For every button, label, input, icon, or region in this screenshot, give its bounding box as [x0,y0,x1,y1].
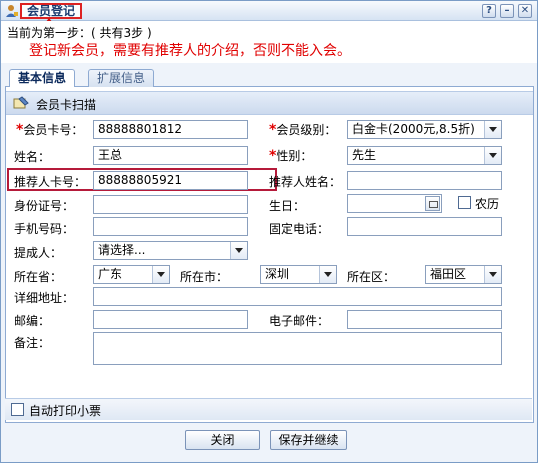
info-area: 当前为第一步：( 共有3步 ) 登记新会员，需要有推荐人的介绍，否则不能入会。 [1,21,537,63]
remark-label: 备注： [14,336,51,350]
card-scan-bar[interactable]: 会员卡扫描 [6,91,533,115]
basic-info-panel: 会员卡扫描 *会员卡号： 88888801812 *会员级别： 白金卡(2000… [5,87,534,423]
lunar-label: 农历 [475,197,500,211]
scan-card-icon [13,96,29,109]
help-button[interactable]: ? [482,4,496,18]
gender-label: *性别： [269,148,313,164]
city-select[interactable]: 深圳 [260,265,337,284]
birthday-input[interactable] [347,194,442,213]
phone-input[interactable] [347,217,502,236]
level-label: *会员级别： [269,122,337,138]
auto-print-checkbox[interactable] [11,403,24,416]
gender-select[interactable]: 先生 [347,146,502,165]
title-bar: 会员登记 ? – ✕ [1,1,537,32]
card-scan-label: 会员卡扫描 [36,98,97,112]
chevron-down-icon [152,266,169,283]
city-label: 所在市： [180,270,229,284]
mobile-input[interactable] [93,217,248,236]
close-button[interactable]: 关闭 [185,430,260,450]
address-input[interactable] [93,287,502,306]
card-no-input[interactable]: 88888801812 [93,120,248,139]
chevron-down-icon [484,121,501,138]
birthday-label: 生日： [269,199,306,213]
tab-basic-info[interactable]: 基本信息 [9,69,76,89]
minimize-button[interactable]: – [500,4,514,18]
level-select[interactable]: 白金卡(2000元,8.5折) [347,120,502,139]
referrer-name-label: 推荐人姓名： [269,175,342,189]
tab-extended-info[interactable]: 扩展信息 [88,69,155,88]
province-label: 所在省： [14,270,63,284]
chevron-down-icon [484,147,501,164]
tab-strip: 基本信息 扩展信息 [5,67,534,89]
lunar-checkbox[interactable] [458,196,471,209]
save-continue-button[interactable]: 保存并继续 [270,430,347,450]
zip-input[interactable] [93,310,248,329]
referrer-name-input[interactable] [347,171,502,190]
zip-label: 邮编： [14,314,51,328]
name-label: 姓名： [14,150,51,164]
calendar-icon[interactable] [425,196,440,211]
remark-textarea[interactable] [93,332,502,365]
chevron-down-icon [484,266,501,283]
referrer-card-label: 推荐人卡号： [14,175,87,189]
user-icon [6,5,18,17]
proposer-label: 提成人： [14,246,63,260]
phone-label: 固定电话： [269,222,330,236]
id-no-input[interactable] [93,195,248,214]
district-select[interactable]: 福田区 [425,265,502,284]
auto-print-bar: 自动打印小票 [5,398,532,420]
member-registration-window: 会员登记 ? – ✕ 当前为第一步：( 共有3步 ) 登记新会员，需要有推荐人的… [0,0,538,463]
card-no-label: *会员卡号： [16,122,84,138]
step-indicator: 当前为第一步：( 共有3步 ) [7,26,152,40]
proposer-select[interactable]: 请选择... [93,241,248,260]
email-label: 电子邮件： [269,314,330,328]
id-no-label: 身份证号： [14,199,75,213]
referrer-card-input[interactable]: 88888805921 [93,171,248,190]
address-label: 详细地址： [14,291,75,305]
window-title: 会员登记 [20,3,83,19]
chevron-down-icon [230,242,247,259]
province-select[interactable]: 广东 [93,265,170,284]
auto-print-label: 自动打印小票 [29,404,102,418]
mobile-label: 手机号码： [14,222,75,236]
email-input[interactable] [347,310,502,329]
close-window-button[interactable]: ✕ [518,4,532,18]
name-input[interactable]: 王总 [93,146,248,165]
district-label: 所在区： [347,270,396,284]
chevron-down-icon [319,266,336,283]
warning-message: 登记新会员，需要有推荐人的介绍，否则不能入会。 [29,43,351,59]
